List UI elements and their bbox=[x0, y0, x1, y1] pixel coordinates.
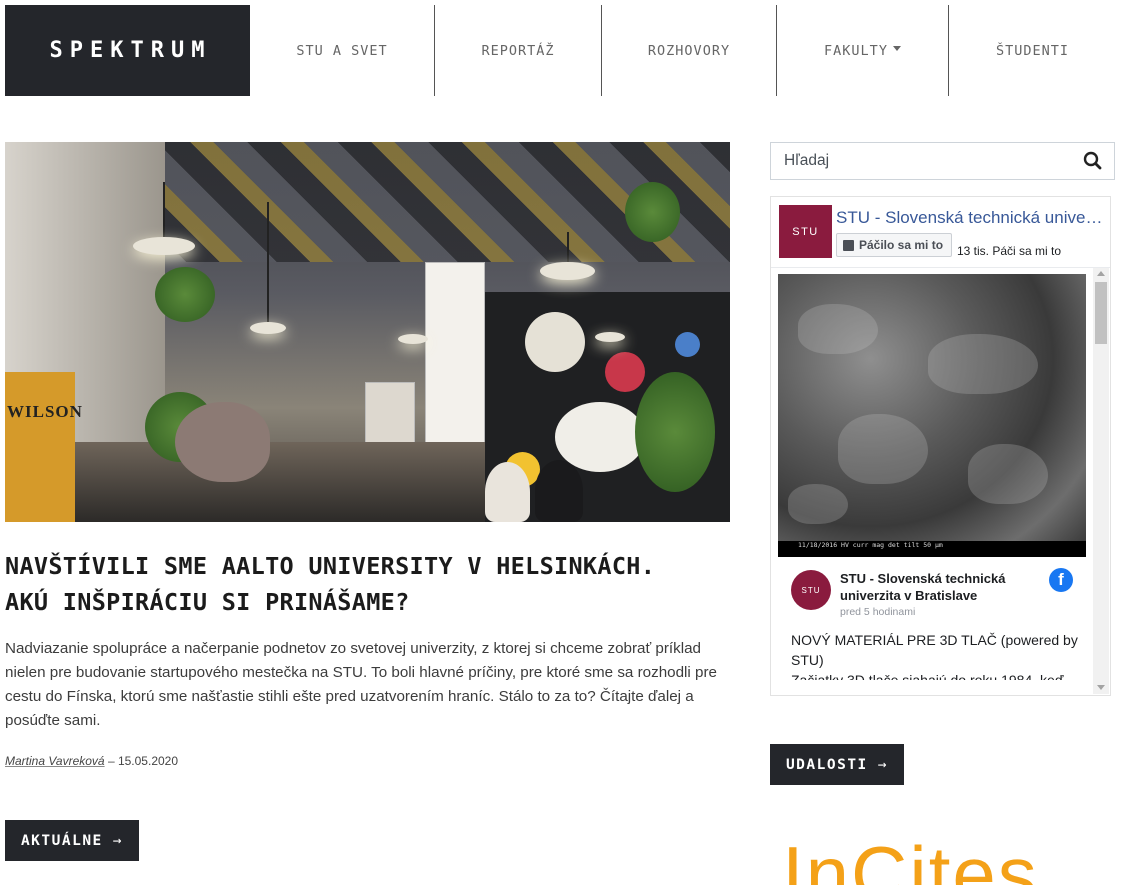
stu-logo[interactable]: STU bbox=[779, 205, 832, 258]
scroll-down-icon[interactable] bbox=[1097, 685, 1105, 690]
main-nav: STU A SVET REPORTÁŽ ROZHOVORY FAKULTY ŠT… bbox=[250, 5, 1122, 96]
post-author[interactable]: STU - Slovenská technická univerzita v B… bbox=[840, 570, 1040, 604]
article-date: 15.05.2020 bbox=[117, 754, 179, 768]
avatar[interactable]: STU bbox=[791, 570, 831, 610]
nav-item-stu-a-svet[interactable]: STU A SVET bbox=[250, 5, 434, 96]
article-author[interactable]: Martina Vavreková bbox=[5, 754, 105, 768]
udalosti-button[interactable]: UDALOSTI → bbox=[770, 744, 904, 785]
facebook-page-header: STU STU - Slovenská technická univerzita… bbox=[779, 205, 1106, 260]
site-logo-text: SPEKTRUM bbox=[49, 38, 212, 63]
hero-sculpture bbox=[175, 402, 270, 482]
arrow-right-icon: → bbox=[877, 756, 889, 773]
scrollbar-thumb[interactable] bbox=[1095, 282, 1107, 344]
nav-item-reportaz[interactable]: REPORTÁŽ bbox=[435, 5, 601, 96]
caret-down-icon bbox=[892, 46, 901, 51]
facebook-feed[interactable]: 11/18/2016 HV curr mag det tilt 50 µm ST… bbox=[771, 267, 1110, 695]
hero-coffee-bag: WILSON bbox=[5, 372, 82, 522]
article-excerpt: Nadviazanie spolupráce a načerpanie podn… bbox=[5, 640, 717, 729]
article-title[interactable]: NAVŠTÍVILI SME AALTO UNIVERSITY V HELSIN… bbox=[5, 548, 730, 620]
facebook-icon[interactable]: f bbox=[1049, 568, 1073, 592]
nav-item-fakulty[interactable]: FAKULTY bbox=[777, 5, 948, 96]
facebook-like-count: 13 tis. Páči sa mi to bbox=[957, 244, 1062, 258]
article-hero-image[interactable]: WILSON bbox=[5, 142, 730, 522]
scroll-up-icon[interactable] bbox=[1097, 271, 1105, 276]
search-box bbox=[770, 142, 1115, 180]
incites-logo[interactable]: InCites bbox=[782, 835, 1112, 885]
post-image[interactable]: 11/18/2016 HV curr mag det tilt 50 µm bbox=[778, 274, 1086, 557]
site-logo[interactable]: SPEKTRUM bbox=[5, 5, 250, 96]
sem-caption: 11/18/2016 HV curr mag det tilt 50 µm bbox=[778, 541, 1086, 557]
nav-item-studenti[interactable]: ŠTUDENTI bbox=[949, 5, 1116, 96]
facebook-like-button[interactable]: Páčilo sa mi to bbox=[836, 233, 953, 257]
post-header: STU STU - Slovenská technická univerzita… bbox=[791, 568, 1081, 618]
facebook-page-name[interactable]: STU - Slovenská technická univerzita v B… bbox=[836, 208, 1106, 228]
thumbs-up-icon bbox=[843, 239, 854, 251]
facebook-page-widget: STU STU - Slovenská technická univerzita… bbox=[770, 196, 1111, 696]
article-meta: Martina Vavreková – 15.05.2020 bbox=[5, 754, 179, 768]
search-icon[interactable] bbox=[1074, 143, 1114, 179]
arrow-right-icon: → bbox=[112, 832, 124, 849]
nav-item-rozhovory[interactable]: ROZHOVORY bbox=[602, 5, 776, 96]
post-text: NOVÝ MATERIÁL PRE 3D TLAČ (powered by ST… bbox=[791, 632, 1078, 680]
search-input[interactable] bbox=[771, 143, 1074, 179]
post-time[interactable]: pred 5 hodinami bbox=[840, 606, 915, 618]
feed-scrollbar[interactable] bbox=[1093, 268, 1109, 694]
aktualne-button[interactable]: AKTUÁLNE → bbox=[5, 820, 139, 861]
